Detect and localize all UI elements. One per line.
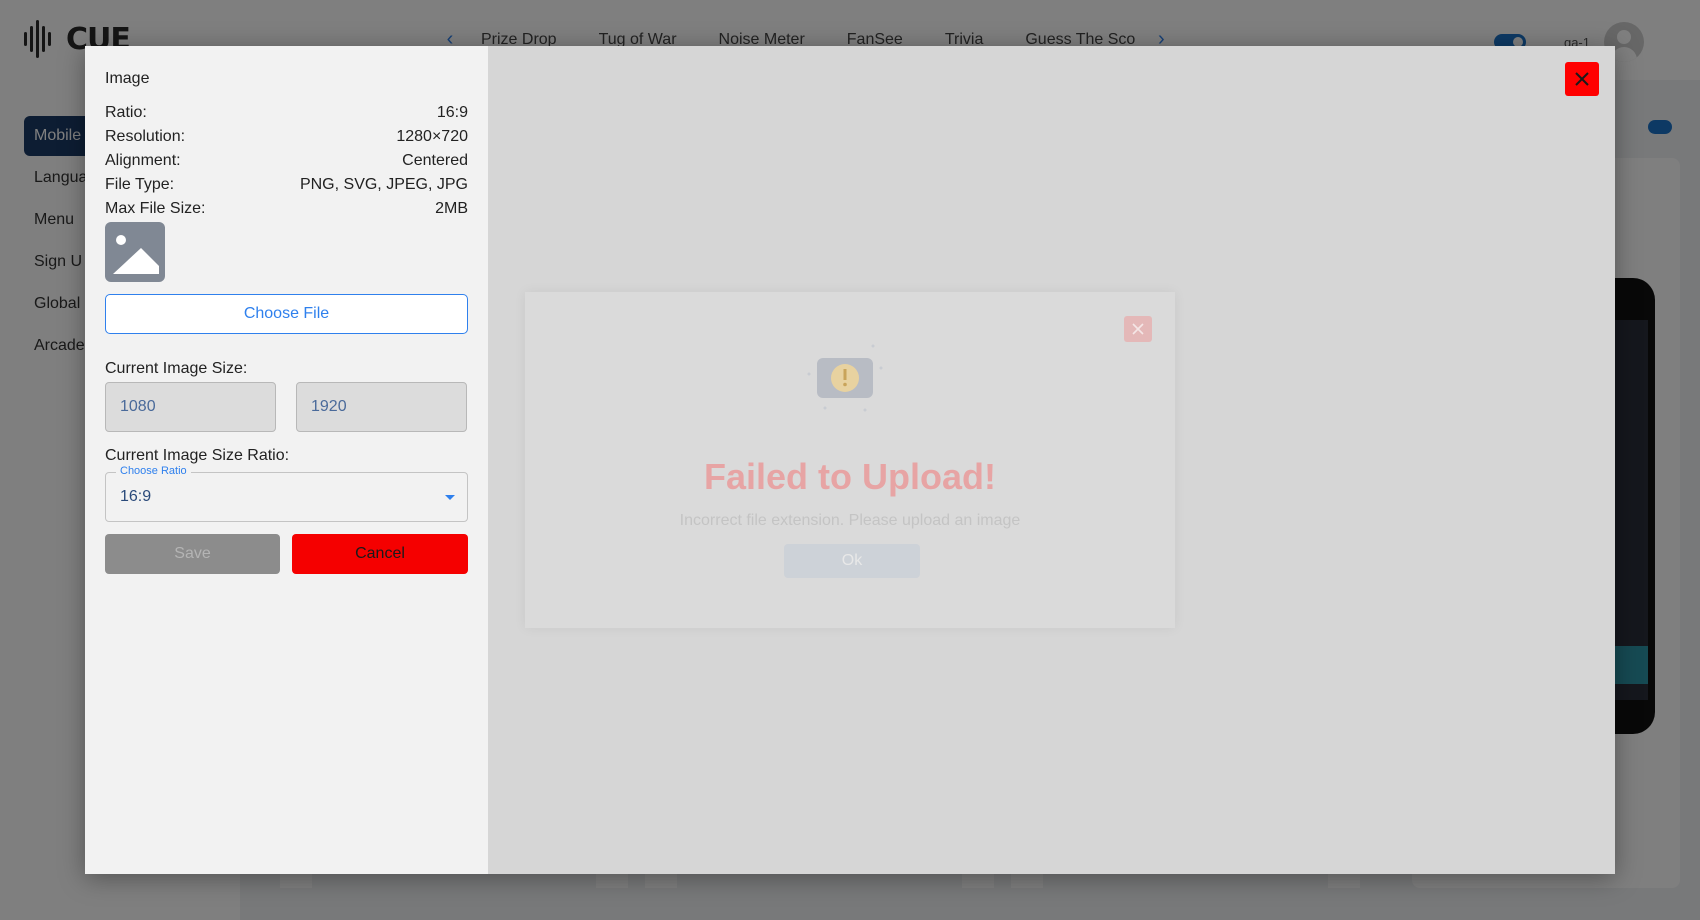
ratio-select-value: 16:9	[120, 488, 152, 505]
cancel-button[interactable]: Cancel	[292, 534, 468, 574]
current-image-size-label: Current Image Size:	[105, 360, 248, 377]
ratio-select[interactable]: Choose Ratio 16:9	[105, 465, 468, 522]
panel-title: Image	[105, 70, 150, 87]
upload-error-dialog: Failed to Upload! Incorrect file extensi…	[525, 292, 1175, 628]
save-button[interactable]: Save	[105, 534, 280, 574]
image-size-ratio-label: Current Image Size Ratio:	[105, 447, 290, 464]
image-height-field[interactable]: 1920	[296, 382, 467, 432]
error-title: Failed to Upload!	[704, 456, 996, 497]
spec-resolution: Resolution: 1280×720	[105, 128, 468, 146]
spec-value: PNG, SVG, JPEG, JPG	[299, 176, 468, 193]
spec-file-type: File Type: PNG, SVG, JPEG, JPG	[105, 176, 468, 194]
image-upload-modal: Image Ratio: 16:9 Resolution: 1280×720 A…	[85, 46, 1615, 874]
spec-label: Ratio:	[105, 104, 147, 121]
spec-value: 16:9	[436, 104, 468, 121]
spec-label: Alignment:	[105, 152, 181, 169]
image-settings-panel: Image Ratio: 16:9 Resolution: 1280×720 A…	[85, 46, 488, 874]
error-ok-button[interactable]: Ok	[784, 544, 920, 578]
spec-max-file-size: Max File Size: 2MB	[105, 200, 468, 218]
spec-value: 2MB	[435, 200, 468, 217]
spec-alignment: Alignment: Centered	[105, 152, 468, 170]
spec-label: Resolution:	[105, 128, 186, 145]
spec-label: Max File Size:	[105, 200, 206, 217]
caret-down-icon	[445, 495, 455, 500]
close-icon	[1575, 72, 1589, 86]
file-error-icon	[807, 344, 883, 412]
spec-value: Centered	[402, 152, 468, 169]
error-message: Incorrect file extension. Please upload …	[679, 512, 1021, 529]
close-modal-button[interactable]	[1565, 62, 1599, 96]
close-icon	[1132, 323, 1144, 335]
choose-file-button[interactable]: Choose File	[105, 294, 468, 334]
spec-ratio: Ratio: 16:9	[105, 104, 468, 122]
spec-label: File Type:	[105, 176, 175, 193]
ratio-select-legend: Choose Ratio	[116, 465, 191, 477]
error-close-button[interactable]	[1124, 316, 1152, 342]
image-width-field[interactable]: 1080	[105, 382, 276, 432]
image-placeholder-icon	[105, 222, 165, 282]
spec-value: 1280×720	[396, 128, 468, 145]
